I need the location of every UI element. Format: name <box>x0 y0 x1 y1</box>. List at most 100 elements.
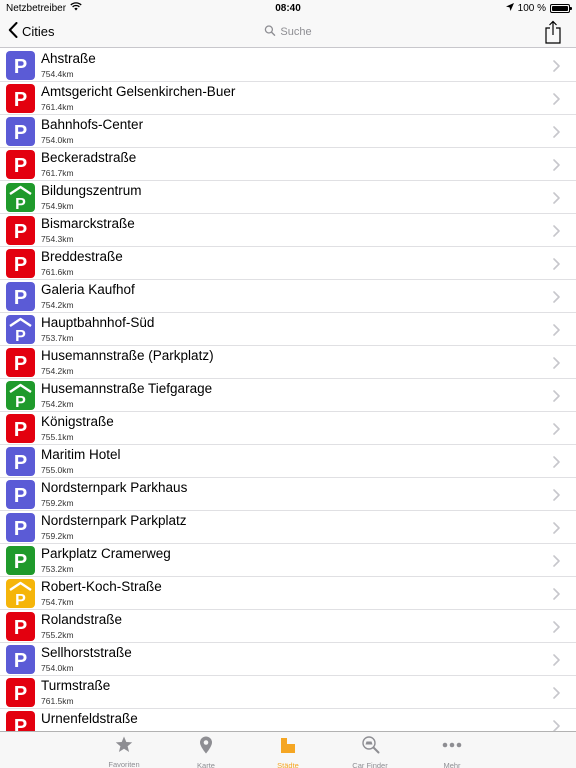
car-finder-icon <box>360 736 380 759</box>
list-item[interactable]: P Hauptbahnhof-Süd 753.7km <box>0 313 576 346</box>
back-label: Cities <box>22 24 55 39</box>
location-arrow-icon <box>505 2 514 14</box>
search-icon <box>264 24 276 39</box>
svg-text:P: P <box>14 287 27 309</box>
svg-text:P: P <box>14 716 27 732</box>
list-item[interactable]: P Galeria Kaufhof 754.2km <box>0 280 576 313</box>
list-item[interactable]: P Amtsgericht Gelsenkirchen-Buer 761.4km <box>0 82 576 115</box>
svg-text:P: P <box>14 254 27 276</box>
chevron-right-icon <box>553 191 560 209</box>
list-item[interactable]: P Ahstraße 754.4km <box>0 49 576 82</box>
list-item-text: Bismarckstraße 754.3km <box>41 217 135 243</box>
list-item[interactable]: P Husemannstraße (Parkplatz) 754.2km <box>0 346 576 379</box>
parking-name: Hauptbahnhof-Süd <box>41 315 155 330</box>
parking-name: Parkplatz Cramerweg <box>41 546 171 561</box>
tab-label: Mehr <box>443 761 461 768</box>
chevron-right-icon <box>553 158 560 176</box>
list-item[interactable]: P Bismarckstraße 754.3km <box>0 214 576 247</box>
chevron-right-icon <box>553 620 560 638</box>
list-item[interactable]: P Parkplatz Cramerweg 753.2km <box>0 544 576 577</box>
parking-name: Königstraße <box>41 414 114 429</box>
list-item[interactable]: P Robert-Koch-Straße 754.7km <box>0 577 576 610</box>
parking-distance: 761.5km <box>41 695 74 706</box>
svg-text:P: P <box>14 518 27 540</box>
chevron-right-icon <box>553 686 560 704</box>
chevron-right-icon <box>553 455 560 473</box>
list-item-text: Sellhorststraße 754.0km <box>41 646 132 672</box>
parking-name: Turmstraße <box>41 678 111 693</box>
svg-text:P: P <box>14 551 27 573</box>
chevron-right-icon <box>553 323 560 341</box>
chevron-right-icon <box>553 257 560 275</box>
parking-name: Sellhorststraße <box>41 645 132 660</box>
parking-distance: 761.7km <box>41 167 74 178</box>
chevron-right-icon <box>553 224 560 242</box>
status-right: 100 % <box>505 2 572 14</box>
tab-städte[interactable]: Städte <box>247 732 329 768</box>
parking-name: Bildungszentrum <box>41 183 142 198</box>
map-pin-icon <box>199 736 213 759</box>
search-field[interactable]: Suche <box>264 24 312 39</box>
parking-icon: P <box>6 710 35 732</box>
parking-name: Nordsternpark Parkplatz <box>41 513 187 528</box>
tab-karte[interactable]: Karte <box>165 732 247 768</box>
svg-text:P: P <box>14 155 27 177</box>
tab-car-finder[interactable]: Car Finder <box>329 732 411 768</box>
share-icon <box>544 20 562 48</box>
list-item-text: Rolandstraße 755.2km <box>41 613 122 639</box>
tab-mehr[interactable]: Mehr <box>411 732 493 768</box>
star-icon <box>115 736 133 758</box>
navigation-bar: Cities Suche <box>0 16 576 48</box>
parking-icon: P <box>6 545 35 575</box>
list-item[interactable]: P Breddestraße 761.6km <box>0 247 576 280</box>
list-item-text: Turmstraße 761.5km <box>41 679 110 705</box>
chevron-right-icon <box>553 59 560 77</box>
parking-name: Breddestraße <box>41 249 123 264</box>
parking-garage-icon: P <box>6 314 35 344</box>
parking-distance: 753.7km <box>41 332 74 343</box>
tab-favoriten[interactable]: Favoriten <box>83 732 165 768</box>
list-item[interactable]: P Husemannstraße Tiefgarage 754.2km <box>0 379 576 412</box>
city-icon <box>280 736 296 759</box>
list-item-text: Königstraße 755.1km <box>41 415 114 441</box>
parking-distance: 759.2km <box>41 530 74 541</box>
list-item[interactable]: P Königstraße 755.1km <box>0 412 576 445</box>
list-item-text: Bildungszentrum 754.9km <box>41 184 142 210</box>
list-item[interactable]: P Sellhorststraße 754.0km <box>0 643 576 676</box>
list-item-text: Amtsgericht Gelsenkirchen-Buer 761.4km <box>41 85 235 111</box>
svg-text:P: P <box>14 650 27 672</box>
parking-distance: 755.0km <box>41 464 74 475</box>
svg-text:P: P <box>15 196 26 212</box>
parking-garage-icon: P <box>6 182 35 212</box>
share-button[interactable] <box>544 20 562 49</box>
carrier-label: Netzbetreiber <box>6 2 67 14</box>
chevron-right-icon <box>553 719 560 731</box>
list-item-text: Husemannstraße (Parkplatz) 754.2km <box>41 349 214 375</box>
parking-name: Galeria Kaufhof <box>41 282 135 297</box>
list-item[interactable]: P Bildungszentrum 754.9km <box>0 181 576 214</box>
parking-name: Husemannstraße Tiefgarage <box>41 381 213 396</box>
list-item[interactable]: P Nordsternpark Parkhaus 759.2km <box>0 478 576 511</box>
svg-text:P: P <box>14 485 27 507</box>
chevron-right-icon <box>553 554 560 572</box>
chevron-right-icon <box>553 290 560 308</box>
list-item[interactable]: P Turmstraße 761.5km <box>0 676 576 709</box>
battery-label: 100 % <box>517 2 546 14</box>
list-item[interactable]: P Bahnhofs-Center 754.0km <box>0 115 576 148</box>
list-item[interactable]: P Urnenfeldstraße761.5km <box>0 709 576 731</box>
back-button[interactable]: Cities <box>0 22 55 41</box>
svg-text:P: P <box>14 353 27 375</box>
parking-icon: P <box>6 116 35 146</box>
parking-distance: 754.4km <box>41 68 74 79</box>
list-item-text: Nordsternpark Parkhaus 759.2km <box>41 481 187 507</box>
parking-icon: P <box>6 677 35 707</box>
list-item[interactable]: P Rolandstraße 755.2km <box>0 610 576 643</box>
list-item[interactable]: P Nordsternpark Parkplatz 759.2km <box>0 511 576 544</box>
list-item[interactable]: P Beckeradstraße 761.7km <box>0 148 576 181</box>
parking-icon: P <box>6 347 35 377</box>
parking-name: Ahstraße <box>41 51 96 66</box>
svg-text:P: P <box>14 56 27 78</box>
svg-text:P: P <box>14 221 27 243</box>
list-item[interactable]: P Maritim Hotel 755.0km <box>0 445 576 478</box>
list-item-text: Ahstraße 754.4km <box>41 52 96 78</box>
